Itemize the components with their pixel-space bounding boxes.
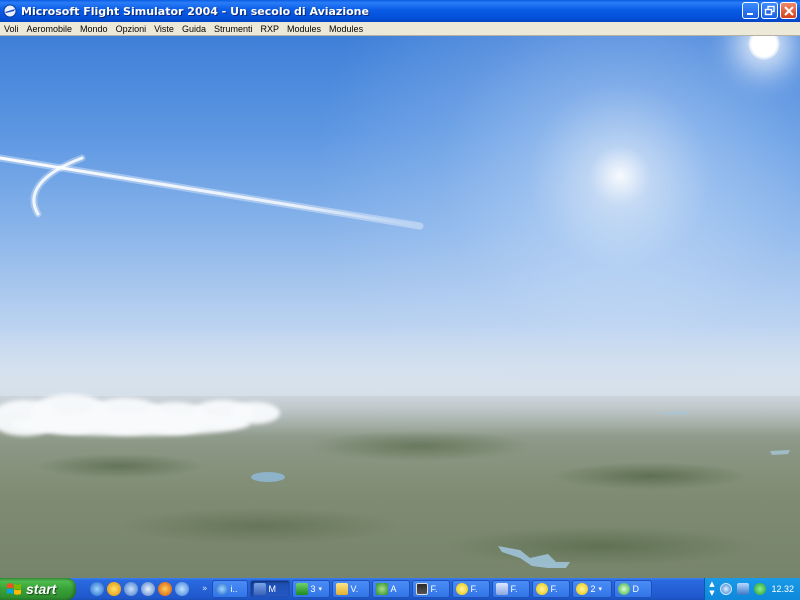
chevron-down-icon: ▾ <box>318 586 323 593</box>
task-button[interactable]: 3 ▾ <box>291 580 330 598</box>
messenger-icon[interactable] <box>124 582 138 596</box>
minimize-button[interactable] <box>742 2 759 19</box>
task-button[interactable]: F. <box>411 580 450 598</box>
close-button[interactable] <box>780 2 797 19</box>
sun-icon <box>535 583 548 595</box>
quick-launch: » <box>90 582 212 596</box>
flight-sim-icon <box>253 583 266 595</box>
tray-scroll[interactable]: ▲ ▼ <box>707 580 717 598</box>
plane-icon <box>495 583 508 595</box>
menu-modules-2[interactable]: Modules <box>325 22 367 36</box>
folder-icon <box>335 583 348 595</box>
menu-bar: Voli Aeromobile Mondo Opzioni Viste Guid… <box>0 22 800 36</box>
sun-icon <box>455 583 468 595</box>
task-label: 2 <box>590 584 596 594</box>
window-title: Microsoft Flight Simulator 2004 - Un sec… <box>21 4 369 18</box>
task-label: D <box>632 584 640 594</box>
restore-button[interactable] <box>761 2 778 19</box>
task-label: F. <box>430 584 438 594</box>
chevron-down-icon: ▾ <box>598 586 603 593</box>
menu-rxp[interactable]: RXP <box>257 22 284 36</box>
task-button[interactable]: 2 ▾ <box>571 580 612 598</box>
menu-strumenti[interactable]: Strumenti <box>210 22 257 36</box>
menu-guida[interactable]: Guida <box>178 22 210 36</box>
task-button[interactable]: D <box>613 580 652 598</box>
flight-sim-icon[interactable] <box>3 4 17 18</box>
search-icon[interactable] <box>175 582 189 596</box>
start-label: start <box>26 581 57 597</box>
task-label: F. <box>550 584 558 594</box>
scroll-down-icon[interactable]: ▼ <box>707 589 717 598</box>
start-button[interactable]: start <box>0 578 76 600</box>
task-button[interactable]: F. <box>531 580 570 598</box>
collapse-tray-icon[interactable] <box>720 583 733 595</box>
menu-modules-1[interactable]: Modules <box>283 22 325 36</box>
task-label: M <box>268 584 277 594</box>
menu-mondo[interactable]: Mondo <box>76 22 112 36</box>
clock: 12.32 <box>771 584 794 594</box>
task-label: 3 <box>310 584 316 594</box>
taskbar: start » i.. M 3 ▾ V. A F. F. F. F. 2 ▾ D… <box>0 578 800 600</box>
excel-icon <box>295 583 308 595</box>
system-tray: ▲ ▼ 12.32 <box>704 578 800 600</box>
outlook-icon[interactable] <box>141 582 155 596</box>
network-tray-icon[interactable] <box>737 583 750 595</box>
task-label: i.. <box>230 584 238 594</box>
task-label: F. <box>470 584 478 594</box>
cloud-bank <box>0 388 290 438</box>
menu-opzioni[interactable]: Opzioni <box>112 22 151 36</box>
scroll-up-icon[interactable]: ▲ <box>707 580 717 589</box>
sun-icon <box>575 583 588 595</box>
network-icon <box>617 583 630 595</box>
contrail <box>0 154 424 230</box>
task-button[interactable]: A <box>371 580 410 598</box>
monitor-icon <box>415 583 428 595</box>
menu-viste[interactable]: Viste <box>150 22 178 36</box>
task-label: A <box>390 584 397 594</box>
minimize-icon <box>747 13 753 15</box>
flight-view[interactable] <box>0 36 800 578</box>
media-player-icon[interactable] <box>107 582 121 596</box>
menu-voli[interactable]: Voli <box>0 22 23 36</box>
task-list: i.. M 3 ▾ V. A F. F. F. F. 2 ▾ D <box>211 580 652 598</box>
task-label: V. <box>350 584 359 594</box>
ie-icon <box>215 583 228 595</box>
close-icon <box>784 6 794 16</box>
task-button[interactable]: i.. <box>211 580 248 598</box>
user-tray-icon[interactable] <box>754 583 767 595</box>
title-bar: Microsoft Flight Simulator 2004 - Un sec… <box>0 0 800 22</box>
windows-logo-icon <box>7 583 21 595</box>
firefox-icon[interactable] <box>158 582 172 596</box>
restore-icon <box>764 5 775 16</box>
task-button[interactable]: M <box>249 580 290 598</box>
puzzle-icon <box>375 583 388 595</box>
menu-aeromobile[interactable]: Aeromobile <box>23 22 77 36</box>
task-label: F. <box>510 584 518 594</box>
ie-icon[interactable] <box>90 582 104 596</box>
quicklaunch-more[interactable]: » <box>202 584 208 594</box>
task-button[interactable]: F. <box>451 580 490 598</box>
task-button[interactable]: V. <box>331 580 370 598</box>
task-button[interactable]: F. <box>491 580 530 598</box>
